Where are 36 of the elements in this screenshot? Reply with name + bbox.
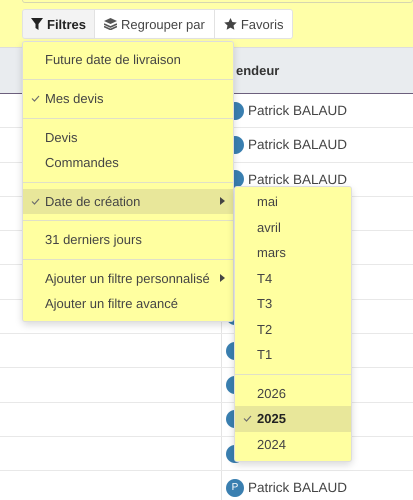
menu-item[interactable]: mai [235,189,351,214]
column-header: endeur [235,63,280,78]
menu-item[interactable]: Ajouter un filtre avancé [23,291,233,316]
check-icon [30,198,40,205]
star-icon [224,18,237,30]
seller-name: Patrick BALAUD [248,172,348,187]
menu-item[interactable]: T4 [235,266,351,291]
seller-name: Patrick BALAUD [248,103,348,118]
toolbar-button[interactable]: Regrouper par [95,9,215,39]
check-icon [30,95,40,102]
menu-item[interactable]: T1 [235,342,351,368]
caret-icon [220,197,225,206]
toolbar-button[interactable]: Favoris [214,9,294,39]
layers-icon [104,18,118,30]
menu-item[interactable]: Mes devis [23,86,233,112]
menu-item[interactable]: 2026 [235,380,351,406]
menu-item[interactable]: T2 [235,316,351,342]
menu-item[interactable]: Date de création [23,188,233,214]
menu-item[interactable]: T3 [235,291,351,316]
menu-item[interactable]: Devis [23,124,233,150]
search-bar[interactable] [22,0,413,3]
menu-item[interactable]: 2024 [235,432,351,457]
menu-item[interactable]: 2025 [235,406,351,432]
seller-name: Patrick BALAUD [248,480,348,496]
menu-item[interactable]: Ajouter un filtre personnalisé [23,266,233,291]
caret-icon [220,274,225,282]
toolbar-button[interactable]: Filtres [22,9,96,39]
menu-item[interactable]: Future date de livraison [23,46,233,73]
menu-item[interactable]: Commandes [23,150,233,176]
check-icon [242,415,252,422]
menu-item[interactable]: mars [235,240,351,266]
menu-item[interactable]: avril [235,214,351,240]
menu-item[interactable]: 31 derniers jours [23,227,233,252]
filter-icon [31,18,43,30]
avatar: P [226,478,244,497]
seller-name: Patrick BALAUD [248,137,348,152]
